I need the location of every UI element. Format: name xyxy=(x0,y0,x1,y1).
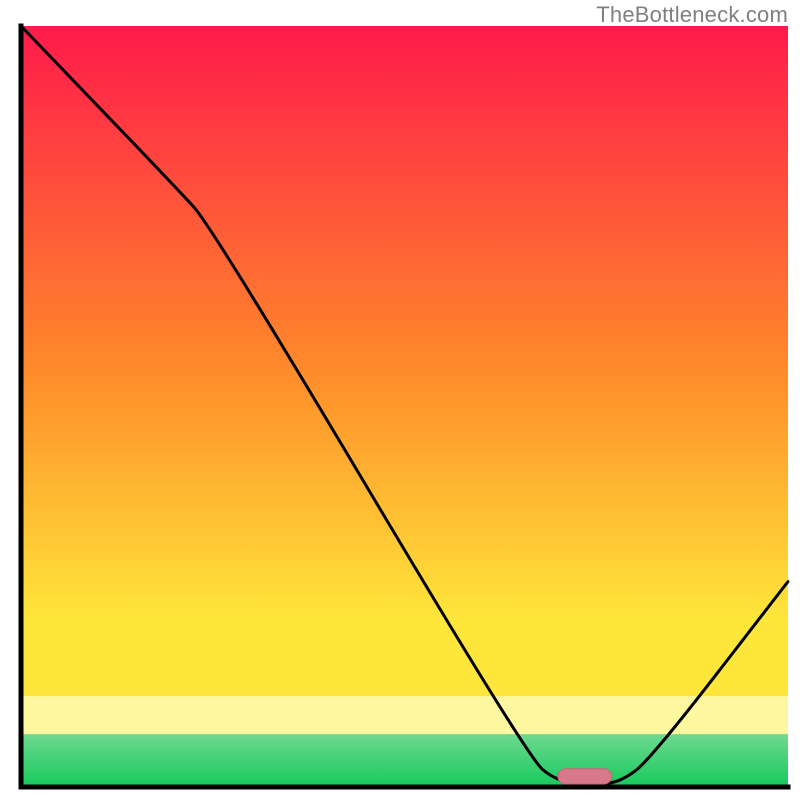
bottleneck-chart xyxy=(0,0,800,800)
chart-background xyxy=(21,26,788,787)
optimum-marker xyxy=(558,769,612,784)
